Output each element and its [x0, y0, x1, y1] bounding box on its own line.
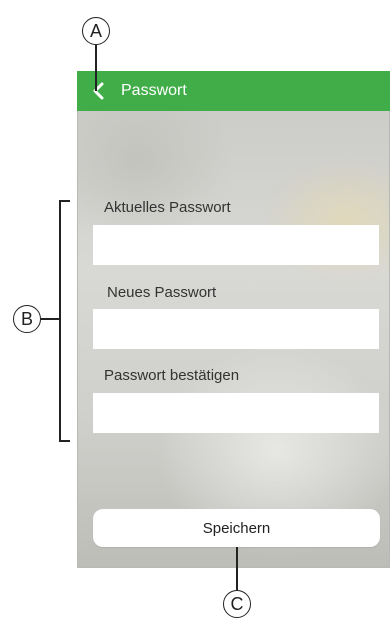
callout-b-leader [41, 318, 60, 320]
callout-a-label: A [89, 21, 102, 41]
new-password-label: Neues Passwort [107, 284, 217, 301]
current-password-label: Aktuelles Passwort [104, 199, 231, 216]
callout-c-leader [236, 547, 238, 591]
back-button[interactable] [87, 79, 111, 103]
app-header: Passwort [77, 71, 390, 111]
callout-a: A [82, 17, 110, 45]
bracket-bottom [59, 440, 70, 442]
callout-c: C [223, 590, 251, 618]
confirm-password-label: Passwort bestätigen [104, 367, 240, 384]
save-button[interactable]: Speichern [93, 509, 380, 547]
password-screen: Passwort Aktuelles Passwort Neues Passwo… [77, 71, 390, 568]
current-password-field[interactable] [93, 225, 379, 265]
callout-b: B [13, 305, 41, 333]
callout-c-label: C [230, 594, 244, 614]
page-title: Passwort [121, 82, 187, 99]
new-password-field[interactable] [93, 309, 379, 349]
figure: Passwort Aktuelles Passwort Neues Passwo… [0, 0, 390, 628]
callout-b-label: B [20, 309, 33, 329]
callout-a-leader [95, 45, 97, 91]
bracket-vertical [59, 200, 61, 441]
confirm-password-field[interactable] [93, 393, 379, 433]
bracket-top [59, 200, 70, 202]
